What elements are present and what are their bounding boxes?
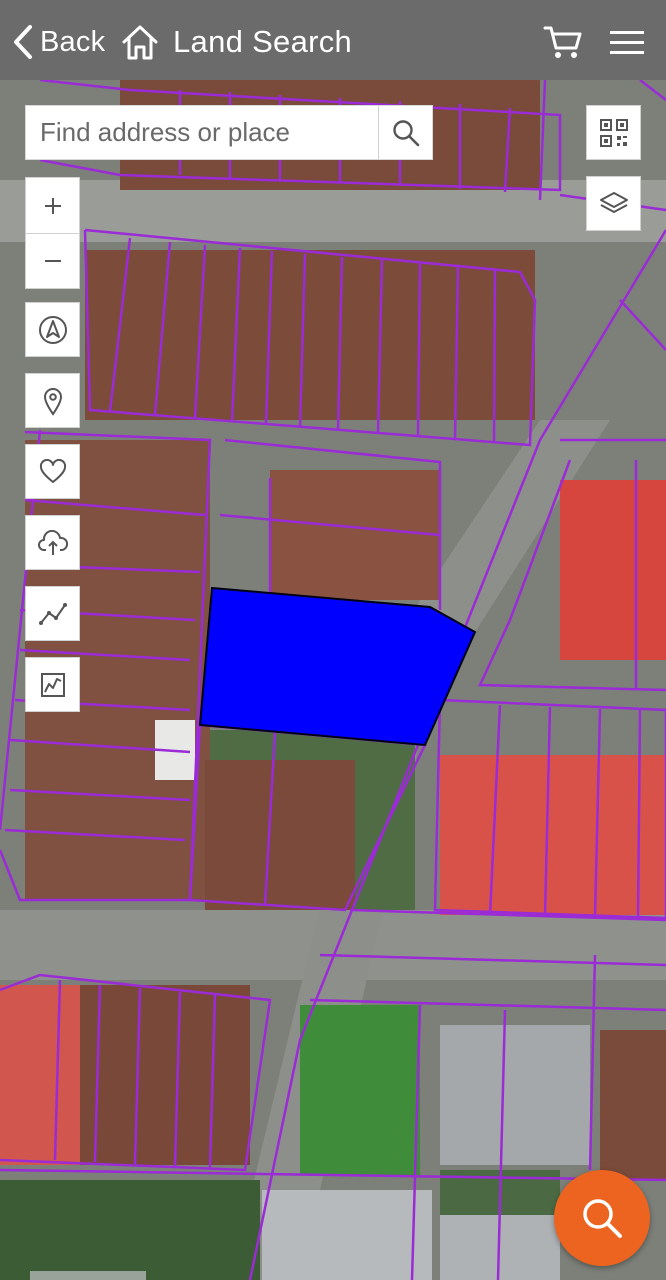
chevron-left-icon — [14, 25, 32, 59]
location-pin-icon — [43, 387, 62, 416]
heart-icon — [39, 458, 66, 483]
polyline-icon — [38, 602, 67, 625]
home-icon[interactable] — [120, 22, 160, 62]
zoom-in-button[interactable] — [26, 178, 79, 233]
search-input[interactable] — [26, 106, 378, 159]
back-button[interactable]: Back — [12, 22, 105, 62]
search-icon — [392, 119, 419, 146]
navigation-icon — [38, 315, 67, 344]
upload-button[interactable] — [25, 515, 80, 570]
compass-button[interactable] — [25, 302, 80, 357]
top-bar: Back Land Search — [0, 0, 666, 80]
qr-code-button[interactable] — [586, 105, 641, 160]
minus-icon — [44, 260, 61, 262]
zoom-controls — [25, 177, 80, 289]
search-bar — [25, 105, 433, 160]
measure-button[interactable] — [25, 586, 80, 641]
bottom-handle — [30, 1271, 146, 1280]
cloud-upload-icon — [37, 529, 68, 555]
layers-button[interactable] — [586, 176, 641, 231]
back-label: Back — [40, 25, 106, 58]
cart-icon[interactable] — [543, 24, 583, 60]
qr-code-icon — [599, 118, 628, 147]
search-button[interactable] — [378, 106, 432, 159]
menu-icon[interactable] — [610, 31, 644, 55]
layers-icon — [599, 191, 628, 213]
draw-area-button[interactable] — [25, 657, 80, 712]
plus-icon — [44, 197, 61, 214]
search-icon — [583, 1199, 622, 1238]
area-icon — [40, 672, 65, 697]
favorites-button[interactable] — [25, 444, 80, 499]
map-view[interactable] — [0, 80, 666, 1280]
search-fab-button[interactable] — [554, 1170, 650, 1266]
page-title: Land Search — [173, 24, 353, 59]
location-button[interactable] — [25, 373, 80, 428]
zoom-out-button[interactable] — [26, 233, 79, 288]
